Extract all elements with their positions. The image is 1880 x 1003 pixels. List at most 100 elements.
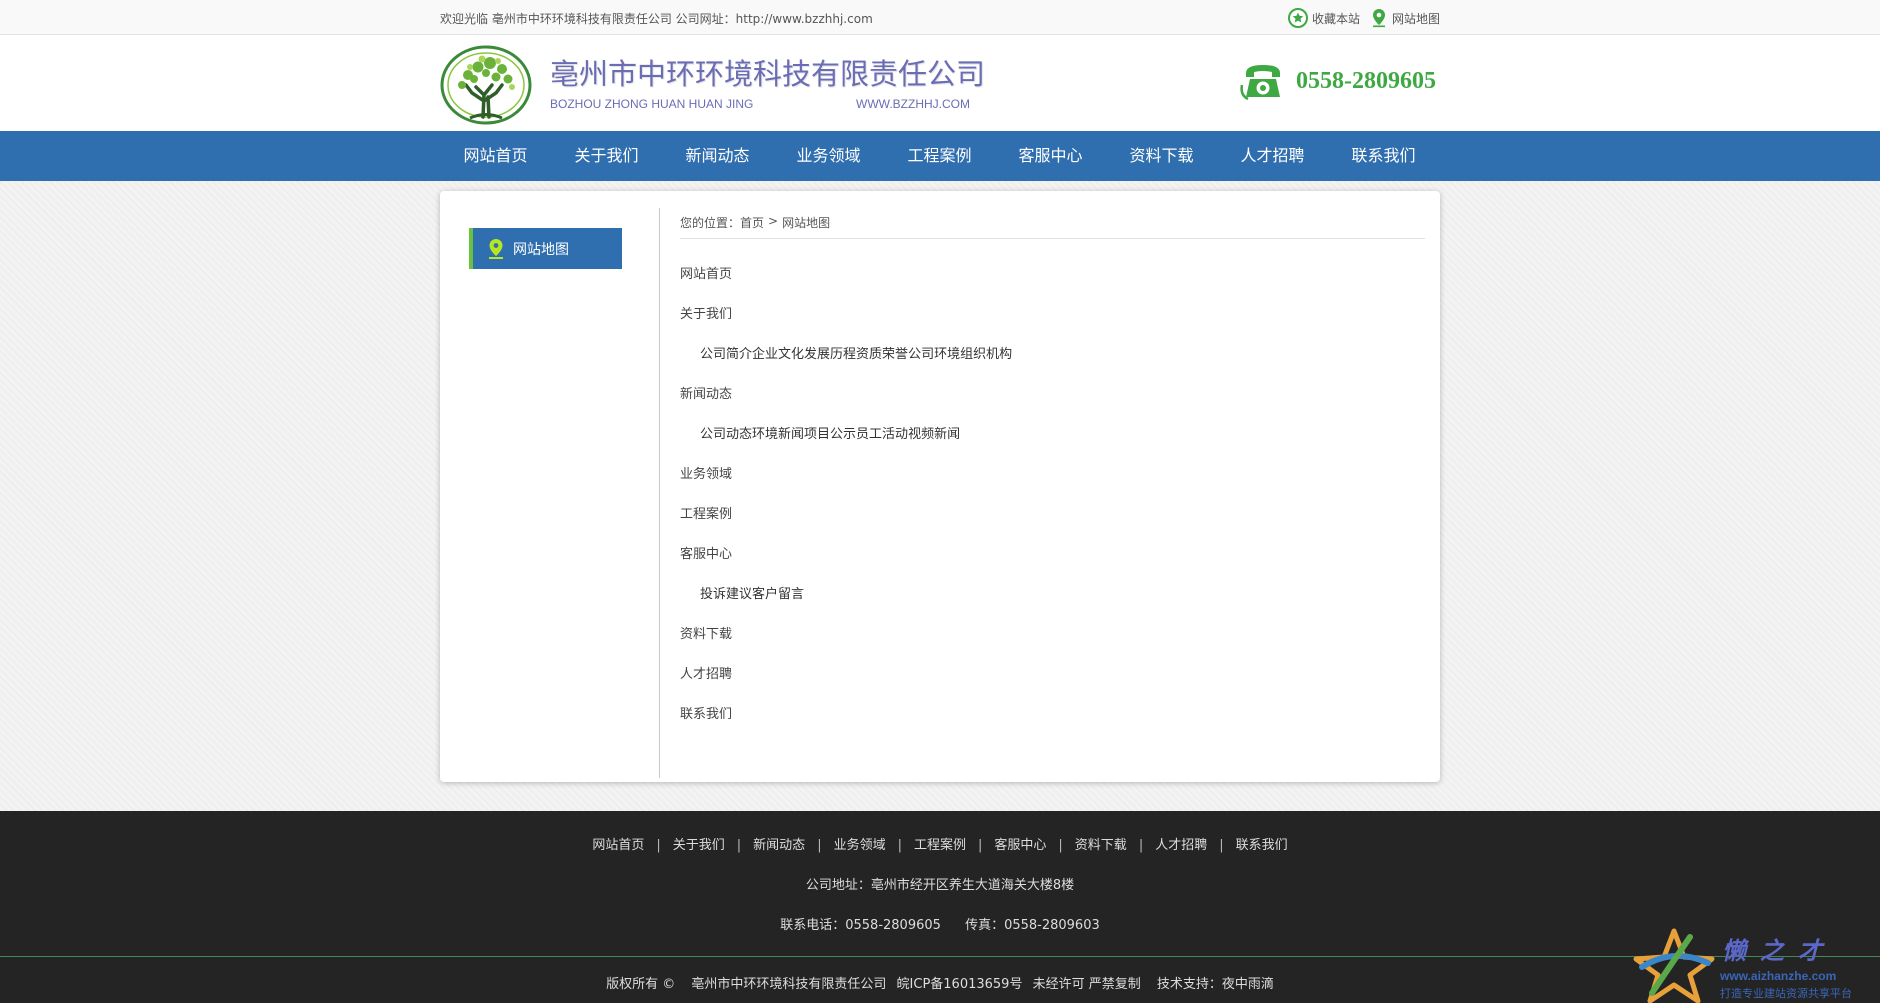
company-pinyin: BOZHOU ZHONG HUAN HUAN JING — [550, 97, 754, 111]
breadcrumb: 您的位置：首页 > 网站地图 — [680, 214, 830, 231]
sitemap-sub-link[interactable]: 公司动态 — [700, 423, 752, 463]
copyright-label: 版权所有 © — [606, 977, 676, 992]
company-domain: WWW.BZZHHJ.COM — [856, 97, 970, 111]
nav-item[interactable]: 人才招聘 — [1217, 131, 1328, 181]
breadcrumb-separator: > — [768, 214, 779, 228]
sitemap-list: 网站首页 关于我们 公司简介 企业文化 发展历程 资质荣誉 公司环境 组织机构 … — [680, 263, 1420, 743]
footer-link[interactable]: 人才招聘 — [1155, 838, 1207, 853]
sitemap-contact[interactable]: 联系我们 — [680, 703, 1420, 743]
sidebar-item-sitemap[interactable]: 网站地图 — [469, 228, 622, 269]
sitemap-sub-link[interactable]: 投诉建议 — [700, 583, 752, 623]
footer-link[interactable]: 关于我们 — [673, 838, 725, 853]
company-subtitle: BOZHOU ZHONG HUAN HUAN JING WWW.BZZHHJ.C… — [550, 97, 970, 111]
sitemap-news-subs: 公司动态 环境新闻 项目公示 员工活动 视频新闻 — [680, 423, 1420, 463]
sitemap-link[interactable]: 网站地图 — [1370, 8, 1440, 28]
sitemap-sub-link[interactable]: 资质荣誉 — [856, 343, 908, 383]
sitemap-home[interactable]: 网站首页 — [680, 263, 1420, 303]
sitemap-sub-link[interactable]: 环境新闻 — [752, 423, 804, 463]
footer-tel: 联系电话：0558-2809605 — [780, 918, 941, 933]
sitemap-about[interactable]: 关于我们 — [680, 303, 1420, 343]
location-pin-icon — [489, 238, 503, 259]
star-logo-icon — [1633, 928, 1715, 1003]
company-name: 亳州市中环环境科技有限责任公司 — [550, 57, 986, 91]
sitemap-jobs[interactable]: 人才招聘 — [680, 663, 1420, 703]
nav-item[interactable]: 关于我们 — [551, 131, 662, 181]
footer-link-separator: | — [817, 838, 822, 853]
footer-fax: 传真：0558-2809603 — [965, 918, 1100, 933]
footer-link-separator: | — [978, 838, 983, 853]
footer-copyright: 版权所有 © 亳州市中环环境科技有限责任公司 皖ICP备16013659号 未经… — [0, 973, 1880, 992]
sitemap-service-subs: 投诉建议 客户留言 — [680, 583, 1420, 623]
sitemap-sub-link[interactable]: 员工活动 — [856, 423, 908, 463]
breadcrumb-divider — [680, 238, 1425, 239]
footer-contact: 联系电话：0558-2809605 传真：0558-2809603 — [0, 914, 1880, 933]
nav-item[interactable]: 资料下载 — [1106, 131, 1217, 181]
sitemap-news[interactable]: 新闻动态 — [680, 383, 1420, 423]
sitemap-service[interactable]: 客服中心 — [680, 543, 1420, 583]
sitemap-cases[interactable]: 工程案例 — [680, 503, 1420, 543]
tech-support: 技术支持：夜中雨滴 — [1156, 977, 1274, 992]
breadcrumb-home[interactable]: 首页 — [740, 216, 764, 230]
footer-link[interactable]: 客服中心 — [994, 838, 1046, 853]
sitemap-sub-link[interactable]: 公司简介 — [700, 343, 752, 383]
nav-item[interactable]: 客服中心 — [995, 131, 1106, 181]
footer-link-separator: | — [1138, 838, 1144, 853]
tree-logo-icon[interactable] — [440, 45, 532, 125]
nav-item[interactable]: 联系我们 — [1328, 131, 1439, 181]
copy-notice: 未经许可 严禁复制 — [1032, 977, 1141, 992]
breadcrumb-prefix: 您的位置：首页 — [680, 216, 765, 230]
favorite-link[interactable]: 收藏本站 — [1287, 8, 1360, 28]
hotline-number: 0558-2809605 — [1296, 67, 1436, 94]
footer-address: 公司地址：亳州市经开区养生大道海关大楼8楼 — [805, 878, 1075, 893]
sitemap-sub-link[interactable]: 项目公示 — [804, 423, 856, 463]
sitemap-label: 网站地图 — [1391, 11, 1440, 26]
sitemap-about-subs: 公司简介 企业文化 发展历程 资质荣誉 公司环境 组织机构 — [680, 343, 1420, 383]
favorite-label: 收藏本站 — [1311, 11, 1360, 26]
watermark: 懒之才 www.aizhanzhe.com 打造专业建站资源共享平台 — [1632, 927, 1872, 1003]
footer-link[interactable]: 业务领域 — [834, 838, 886, 853]
nav-item[interactable]: 网站首页 — [440, 131, 551, 181]
star-icon — [1287, 8, 1308, 28]
sitemap-sub-link[interactable]: 发展历程 — [804, 343, 856, 383]
footer-link-separator: | — [1058, 838, 1063, 853]
footer-link[interactable]: 新闻动态 — [753, 838, 805, 853]
sitemap-sub-link[interactable]: 企业文化 — [752, 343, 804, 383]
sitemap-sub-link[interactable]: 公司环境 — [908, 343, 960, 383]
header: 亳州市中环环境科技有限责任公司 BOZHOU ZHONG HUAN HUAN J… — [0, 35, 1880, 131]
welcome-text: 欢迎光临 亳州市中环环境科技有限责任公司 公司网址：http://www.bzz… — [440, 12, 873, 26]
top-bar: 欢迎光临 亳州市中环环境科技有限责任公司 公司网址：http://www.bzz… — [0, 0, 1880, 35]
sitemap-sub-link[interactable]: 客户留言 — [752, 583, 804, 623]
main-nav: 网站首页 关于我们 新闻动态 业务领域 工程案例 客服中心 资料下载 人才招聘 联系我们 — [0, 131, 1880, 181]
footer-link[interactable]: 工程案例 — [914, 838, 966, 853]
footer-link[interactable]: 资料下载 — [1075, 838, 1127, 853]
sidebar-title: 网站地图 — [513, 241, 569, 258]
nav-item[interactable]: 业务领域 — [773, 131, 884, 181]
footer-link-separator: | — [897, 838, 902, 853]
location-pin-icon — [1372, 9, 1385, 28]
nav-item[interactable]: 工程案例 — [884, 131, 995, 181]
footer-link[interactable]: 联系我们 — [1236, 838, 1288, 853]
footer-link-separator: | — [656, 838, 661, 853]
watermark-title: 懒之才 — [1722, 936, 1836, 965]
sitemap-business[interactable]: 业务领域 — [680, 463, 1420, 503]
content-panel: 网站地图 您的位置：首页 > 网站地图 网站首页 关于我们 公司简介 企业文化 … — [440, 191, 1440, 782]
quick-links: 收藏本站 网站地图 — [1278, 8, 1440, 28]
footer-link[interactable]: 网站首页 — [592, 838, 644, 853]
watermark-url: www.aizhanzhe.com — [1720, 969, 1837, 983]
telephone-icon — [1240, 65, 1280, 101]
sitemap-download[interactable]: 资料下载 — [680, 623, 1420, 663]
watermark-slogan: 打造专业建站资源共享平台 — [1720, 987, 1852, 1000]
icp-link[interactable]: 皖ICP备16013659号 — [897, 977, 1023, 992]
footer: 网站首页 | 关于我们 | 新闻动态 | 业务领域 | 工程案例 | 客服中心 | 资料下载 | 人才招聘 |… — [0, 811, 1880, 1003]
footer-links: 网站首页 | 关于我们 | 新闻动态 | 业务领域 | 工程案例 | 客服中心 | 资料下载 | 人才招聘 |… — [0, 834, 1880, 853]
footer-link-separator: | — [1219, 838, 1224, 853]
sitemap-sub-link[interactable]: 视频新闻 — [908, 423, 960, 463]
vertical-divider — [659, 208, 660, 778]
nav-item[interactable]: 新闻动态 — [662, 131, 773, 181]
sitemap-sub-link[interactable]: 组织机构 — [960, 343, 1012, 383]
footer-divider — [0, 956, 1880, 957]
footer-link-separator: | — [736, 838, 742, 853]
copyright-company: 亳州市中环环境科技有限责任公司 — [691, 977, 887, 992]
hotline: 0558-2809605 — [1240, 61, 1436, 101]
breadcrumb-current[interactable]: 网站地图 — [782, 214, 830, 231]
